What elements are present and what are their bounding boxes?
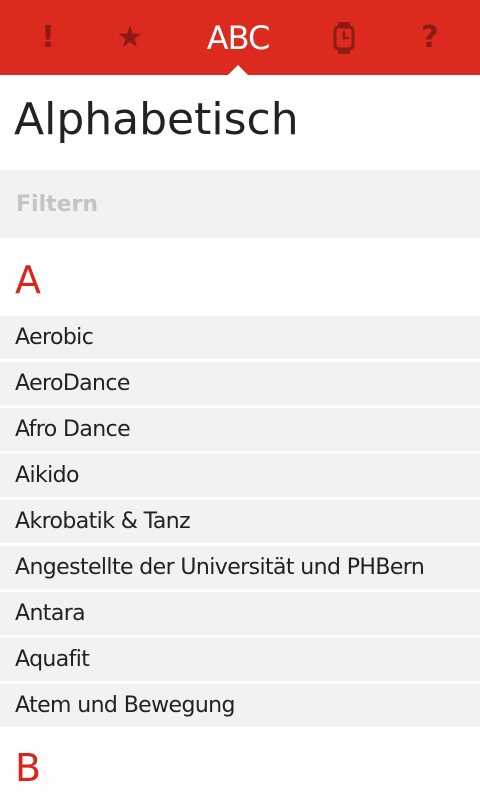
- list-item[interactable]: Atem und Bewegung: [0, 684, 480, 727]
- list-item[interactable]: Antara: [0, 592, 480, 635]
- tab-help[interactable]: ?: [390, 0, 470, 75]
- section-header-b: B: [15, 746, 42, 790]
- list-item[interactable]: AeroDance: [0, 362, 480, 405]
- tab-alphabetical[interactable]: ABC: [198, 0, 278, 75]
- abc-icon: ABC: [206, 18, 271, 57]
- list-item[interactable]: Angestellte der Universität und PHBern: [0, 546, 480, 589]
- list-item[interactable]: Afro Dance: [0, 408, 480, 451]
- top-tab-bar: ! ★ ABC ?: [0, 0, 480, 75]
- activity-list-a: Aerobic AeroDance Afro Dance Aikido Akro…: [0, 316, 480, 730]
- section-header-a: A: [15, 258, 41, 302]
- list-item[interactable]: Akrobatik & Tanz: [0, 500, 480, 543]
- list-item[interactable]: Aquafit: [0, 638, 480, 681]
- tab-alerts[interactable]: !: [8, 0, 88, 75]
- page-title: Alphabetisch: [14, 94, 299, 145]
- active-tab-indicator: [228, 65, 248, 75]
- filter-bar: [0, 170, 480, 238]
- watch-icon: [333, 21, 355, 55]
- list-item[interactable]: Aerobic: [0, 316, 480, 359]
- help-icon: ?: [421, 20, 439, 55]
- alert-icon: !: [41, 20, 55, 55]
- list-item[interactable]: Aikido: [0, 454, 480, 497]
- tab-schedule[interactable]: [304, 0, 384, 75]
- star-icon: ★: [116, 20, 144, 55]
- filter-input[interactable]: [0, 170, 480, 238]
- tab-favorites[interactable]: ★: [90, 0, 170, 75]
